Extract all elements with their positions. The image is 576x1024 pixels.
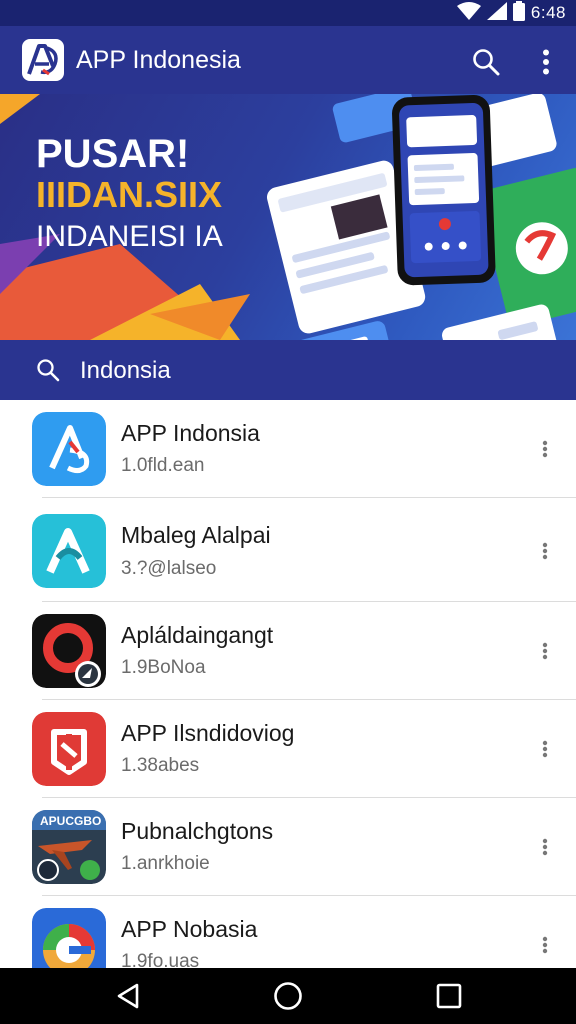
teal-a-icon: [32, 514, 106, 588]
item-overflow-button[interactable]: [532, 436, 558, 462]
recents-icon: [436, 983, 462, 1009]
promo-banner[interactable]: PUSAR! IIIDAN.SIIX INDANEISI IA: [0, 94, 576, 340]
status-bar: 6:48: [0, 0, 576, 26]
g-logo-icon: [32, 908, 106, 968]
more-vert-icon: [542, 440, 548, 458]
more-vert-icon: [542, 542, 548, 560]
overflow-menu-button[interactable]: [530, 44, 562, 80]
item-overflow-button[interactable]: [532, 736, 558, 762]
status-icons: 6:48: [456, 0, 566, 26]
app-title: APP Indonesia: [76, 46, 241, 74]
more-vert-icon: [542, 838, 548, 856]
app-title: Mbaleg Alalpai: [121, 522, 271, 548]
app-subtitle: 3.?@lalseo: [121, 558, 217, 579]
ai-logo-icon: [22, 39, 64, 81]
app-title: APP Ilsndidoviog: [121, 720, 295, 746]
app-subtitle: 1.9fo.uas: [121, 951, 200, 968]
app-subtitle: 1.38abes: [121, 755, 200, 776]
wifi-icon: [456, 1, 481, 25]
banner-title-line-3: INDANEISI IA: [36, 220, 223, 253]
list-item[interactable]: APP Ilsndidoviog 1.38abes: [0, 700, 576, 798]
recents-button[interactable]: [433, 980, 465, 1012]
banner-title-line-1: PUSAR!: [36, 132, 190, 176]
app-title: Pubnalchgtons: [121, 818, 274, 844]
red-shield-icon: [32, 712, 106, 786]
app-title: Apláldaingangt: [121, 622, 274, 648]
back-button[interactable]: [112, 980, 144, 1012]
home-icon: [274, 982, 302, 1010]
app-subtitle: 1.0fld.ean: [121, 455, 205, 476]
banner-title-line-2: IIIDAN.SIIX: [36, 174, 223, 215]
search-button[interactable]: [468, 44, 504, 80]
status-time: 6:48: [530, 3, 566, 22]
item-overflow-button[interactable]: [532, 638, 558, 664]
item-overflow-button[interactable]: [532, 834, 558, 860]
more-vert-icon: [542, 642, 548, 660]
banner-illustration: [0, 94, 576, 340]
search-icon: [473, 49, 500, 76]
back-icon: [117, 983, 139, 1009]
list-item[interactable]: APP Nobasia 1.9fo.uas: [0, 896, 576, 968]
app-bar: APP Indonesia: [0, 26, 576, 94]
list-item[interactable]: Mbaleg Alalpai 3.?@lalseo: [0, 498, 576, 602]
list-item[interactable]: APP Indonsia 1.0fld.ean: [0, 400, 576, 498]
screen: 6:48 APP Indonesia PUSAR! IIIDAN.SIIX IN…: [0, 0, 576, 1024]
item-overflow-button[interactable]: [532, 538, 558, 564]
home-button[interactable]: [272, 980, 304, 1012]
app-title: APP Indonsia: [121, 420, 260, 446]
system-nav-bar: [0, 968, 576, 1024]
red-ring-icon: [32, 614, 106, 688]
item-overflow-button[interactable]: [532, 932, 558, 958]
more-vert-icon: [542, 740, 548, 758]
search-icon: [36, 358, 60, 382]
app-subtitle: 1.9BoNoa: [121, 657, 206, 678]
app-subtitle: 1.anrkhoie: [121, 853, 210, 874]
search-bar[interactable]: Indonsia: [0, 340, 576, 400]
airplane-icon: APUCGBO: [32, 810, 106, 884]
list-item[interactable]: Apláldaingangt 1.9BoNoa: [0, 602, 576, 700]
signal-icon: [486, 1, 507, 25]
app-list: APP Indonsia 1.0fld.ean Mbaleg Alalpai 3…: [0, 400, 576, 968]
battery-icon: [512, 0, 525, 26]
app-title: APP Nobasia: [121, 916, 258, 942]
list-item[interactable]: APUCGBO Pubnalchgtons 1.anrkhoie: [0, 798, 576, 896]
more-vert-icon: [543, 49, 549, 75]
svg-text:APUCGBO: APUCGBO: [40, 814, 101, 828]
blue-arrow-icon: [32, 412, 106, 486]
more-vert-icon: [542, 936, 548, 954]
search-query-text[interactable]: Indonsia: [80, 357, 171, 385]
